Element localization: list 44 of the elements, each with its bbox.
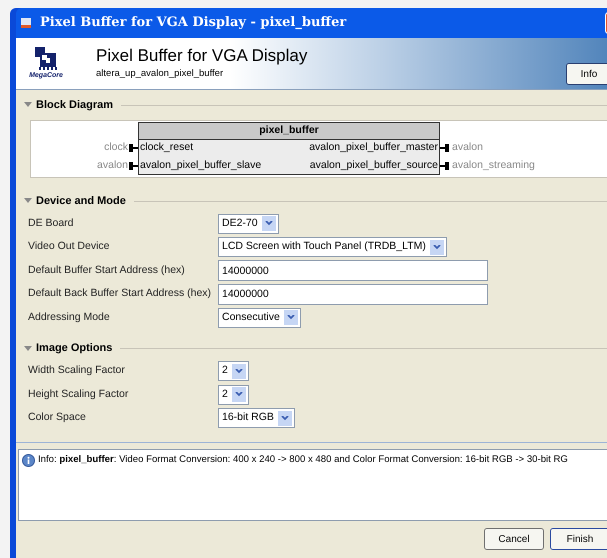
dropdown[interactable]: Consecutive	[218, 308, 301, 328]
dropdown[interactable]: DE2-70	[218, 214, 279, 234]
section-heading: Block Diagram	[36, 98, 114, 113]
port-connector-icon	[440, 162, 450, 170]
field-label: Addressing Mode	[28, 310, 111, 325]
port-label: avalon_pixel_buffer_source	[310, 158, 439, 173]
port-connector-icon	[128, 144, 138, 152]
interface-label: avalon_streaming	[451, 158, 535, 174]
interface-label: avalon	[451, 140, 483, 156]
info-message: Info: pixel_buffer: Video Format Conversion: 400 x 240 -> 800 x 480 and Color Format Conversion: 16-bit RGB -> 30-bit RG	[38, 453, 568, 467]
caret-icon	[24, 102, 32, 108]
interface-label: avalon	[97, 158, 128, 174]
dropdown[interactable]: 16-bit RGB	[218, 408, 295, 428]
port-label: avalon_pixel_buffer_master	[309, 140, 439, 155]
app-icon	[20, 17, 32, 29]
caret-icon	[24, 346, 32, 352]
dialog-button[interactable]: Finish	[550, 528, 607, 550]
info-icon	[22, 454, 35, 467]
section-heading: Device and Mode	[36, 194, 126, 209]
dialog-button[interactable]: Cancel	[484, 528, 544, 550]
module-name: pixel_buffer	[139, 123, 439, 140]
field-label: Width Scaling Factor	[28, 363, 126, 378]
dropdown[interactable]: 2	[218, 361, 249, 382]
field-label: Video Out Device	[28, 239, 111, 254]
field-label: Default Back Buffer Start Address (hex)	[28, 286, 212, 302]
field-label: Default Buffer Start Address (hex)	[28, 262, 186, 278]
port-connector-icon	[440, 144, 450, 152]
section-heading: Image Options	[36, 341, 112, 356]
dropdown[interactable]: LCD Screen with Touch Panel (TRDB_LTM)	[218, 237, 447, 258]
info-button[interactable]: Info	[566, 63, 607, 85]
input-field[interactable]: 14000000	[218, 260, 488, 282]
dropdown[interactable]: 2	[218, 384, 249, 405]
field-label: DE Board	[28, 216, 75, 231]
header-title: Pixel Buffer for VGA Display	[96, 45, 308, 68]
field-label: Height Scaling Factor	[28, 386, 130, 402]
field-label: Color Space	[28, 410, 87, 426]
port-label: avalon_pixel_buffer_slave	[139, 158, 262, 173]
interface-label: clock	[104, 140, 128, 156]
port-label: clock_reset	[139, 140, 194, 155]
input-field[interactable]: 14000000	[218, 284, 488, 305]
port-connector-icon	[128, 162, 138, 170]
caret-icon	[24, 198, 32, 204]
window-title: Pixel Buffer for VGA Display - pixel_buffer	[40, 14, 346, 32]
header-subtitle: altera_up_avalon_pixel_buffer	[96, 67, 224, 82]
